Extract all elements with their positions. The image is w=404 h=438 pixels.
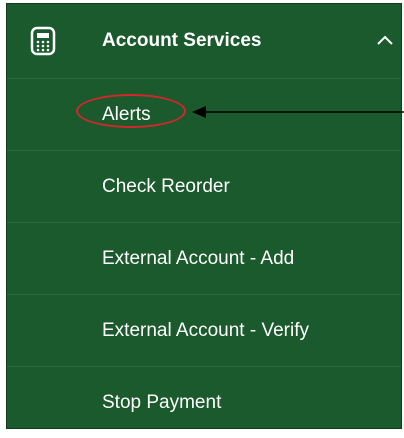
- menu-item-external-account-add[interactable]: External Account - Add: [7, 222, 401, 294]
- menu-item-external-account-verify[interactable]: External Account - Verify: [7, 294, 401, 366]
- calculator-icon: [30, 26, 56, 56]
- menu-item-label: External Account - Verify: [102, 320, 309, 341]
- menu-item-label: Check Reorder: [102, 176, 230, 197]
- menu-item-check-reorder[interactable]: Check Reorder: [7, 150, 401, 222]
- menu-item-label: Alerts: [102, 104, 151, 125]
- chevron-up-icon[interactable]: [375, 28, 395, 52]
- account-services-label: Account Services: [102, 30, 262, 51]
- menu-item-label: External Account - Add: [102, 248, 295, 269]
- account-services-header[interactable]: Account Services: [7, 4, 401, 79]
- menu-item-alerts[interactable]: Alerts: [7, 78, 401, 150]
- screenshot-frame: Account Services Alerts Check Reorder Ex…: [0, 0, 404, 438]
- menu-item-label: Stop Payment: [102, 392, 222, 413]
- menu-item-stop-payment[interactable]: Stop Payment: [7, 366, 401, 428]
- sidebar-menu: Account Services Alerts Check Reorder Ex…: [6, 3, 402, 429]
